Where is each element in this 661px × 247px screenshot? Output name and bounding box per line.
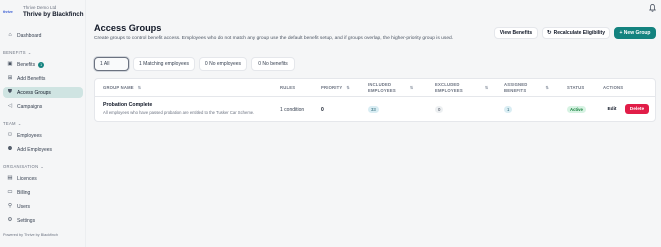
column-header-label: PRIORITY [321, 85, 343, 90]
column-header-label: STATUS [567, 85, 585, 90]
megaphone-icon: ◁ [7, 102, 13, 109]
filter-matching-employees[interactable]: 1 Matching employees [133, 57, 195, 71]
sidebar-item-label: Billing [17, 189, 31, 196]
sidebar-item-label: Users [17, 203, 31, 210]
sort-icon: ⇅ [137, 85, 142, 90]
sort-icon: ⇅ [545, 84, 550, 90]
group-description: All employees who have passed probation … [103, 110, 255, 115]
brand[interactable]: thrive Thrive Demo Ltd Thrive by Blackfi… [3, 5, 84, 19]
column-header-label: ACTIONS [603, 85, 624, 90]
section-organisation[interactable]: ORGANISATION ⌄ [3, 164, 44, 169]
column-header-label: BENEFITS [504, 87, 527, 93]
column-header-label: GROUP NAME [103, 85, 134, 90]
sidebar-item-dashboard[interactable]: ⌂ Dashboard [3, 30, 83, 41]
gear-icon: ⚙ [7, 216, 13, 223]
page-title: Access Groups [94, 23, 162, 33]
sidebar-item-billing[interactable]: ▭ Billing [3, 187, 83, 198]
page-subtitle: Create groups to control benefit access.… [94, 36, 454, 41]
new-group-button[interactable]: + New Group [614, 27, 656, 39]
assigned-benefits-count[interactable]: 1 [504, 106, 513, 113]
sidebar-item-access-groups[interactable]: ⛊ Access Groups [3, 87, 83, 98]
chevron-down-icon: ⌄ [27, 50, 32, 55]
document-icon: ▤ [7, 174, 13, 181]
group-name[interactable]: Probation Complete [103, 102, 152, 108]
table-row[interactable]: Probation Complete All employees who hav… [95, 97, 655, 122]
button-label: Recalculate Eligibility [553, 30, 605, 36]
sidebar-item-employees[interactable]: ⚇ Employees [3, 130, 83, 141]
sidebar-item-label: Settings [17, 217, 36, 224]
user-icon: ⚲ [7, 202, 13, 209]
excluded-employees-count: 0 [435, 106, 444, 113]
refresh-icon: ↻ [546, 30, 552, 36]
shield-icon: ⛊ [7, 88, 13, 95]
status-badge: Active [567, 106, 586, 113]
sidebar-item-campaigns[interactable]: ◁ Campaigns [3, 101, 83, 112]
sidebar-item-add-employees[interactable]: ⚉ Add Employees [3, 144, 83, 155]
user-plus-icon: ⚉ [7, 145, 13, 152]
app-name: Thrive by Blackfinch [23, 11, 84, 18]
powered-by: Powered by Thrive by Blackfinch [3, 233, 59, 237]
sidebar-item-label: Dashboard [17, 32, 42, 39]
sort-icon: ⇅ [484, 84, 489, 90]
sidebar-item-label: Campaigns [17, 103, 43, 110]
column-header-included-employees[interactable]: INCLUDED EMPLOYEES ⇅ [368, 82, 413, 93]
sidebar-item-licences[interactable]: ▤ Licences [3, 173, 83, 184]
recalculate-eligibility-button[interactable]: ↻ Recalculate Eligibility [542, 27, 610, 39]
section-benefits[interactable]: BENEFITS ⌄ [3, 50, 32, 55]
view-benefits-button[interactable]: View Benefits [494, 27, 538, 39]
sidebar-item-label: Employees [17, 132, 42, 139]
rules-count: 1 condition [280, 107, 305, 113]
sidebar-item-label: Add Employees [17, 146, 53, 153]
column-header-label: RULES [280, 85, 296, 90]
sidebar-item-label: Benefits [17, 61, 36, 68]
column-header-status: STATUS [567, 85, 584, 91]
chevron-down-icon: ⌄ [40, 164, 45, 169]
chevron-down-icon: ⌄ [17, 121, 22, 126]
access-groups-table: GROUP NAME ⇅ RULES PRIORITY ⇅ INCLUDED EMP… [94, 78, 656, 122]
brand-logo: thrive [3, 9, 20, 17]
column-header-group-name[interactable]: GROUP NAME ⇅ [103, 85, 141, 91]
column-header-actions: ACTIONS [603, 85, 623, 91]
column-header-label: EMPLOYEES [368, 87, 396, 93]
column-header-priority[interactable]: PRIORITY ⇅ [321, 85, 350, 91]
sort-icon: ⇅ [409, 84, 414, 90]
section-label: BENEFITS [3, 50, 26, 55]
column-header-excluded-employees[interactable]: EXCLUDED EMPLOYEES ⇅ [435, 82, 488, 93]
filter-no-employees[interactable]: 0 No employees [199, 57, 247, 71]
sidebar-item-label: Licences [17, 175, 37, 182]
sidebar: thrive Thrive Demo Ltd Thrive by Blackfi… [0, 0, 86, 247]
home-icon: ⌂ [8, 31, 12, 38]
priority-value: 0 [321, 107, 324, 113]
included-employees-count[interactable]: 33 [368, 106, 379, 113]
column-header-label: EMPLOYEES [435, 87, 463, 93]
brand-logo-text: thrive [3, 9, 13, 14]
section-label: ORGANISATION [3, 164, 39, 169]
sidebar-item-label: Access Groups [17, 89, 51, 96]
column-header-assigned-benefits[interactable]: ASSIGNED BENEFITS ⇅ [504, 82, 549, 93]
sidebar-item-label: Add Benefits [17, 75, 46, 82]
edit-button[interactable]: Edit [603, 104, 621, 114]
add-box-icon: ⊞ [7, 74, 13, 81]
users-icon: ⚇ [7, 131, 13, 138]
gift-icon: ▣ [7, 60, 13, 67]
section-team[interactable]: TEAM ⌄ [3, 121, 22, 126]
sidebar-item-add-benefits[interactable]: ⊞ Add Benefits [3, 73, 83, 84]
delete-button[interactable]: Delete [625, 104, 649, 114]
filter-all[interactable]: 1 All [94, 57, 129, 71]
count-badge: 1 [38, 61, 45, 68]
sort-icon: ⇅ [346, 85, 350, 90]
section-label: TEAM [3, 121, 16, 126]
bell-icon[interactable] [649, 4, 656, 12]
filter-no-benefits[interactable]: 0 No benefits [251, 57, 295, 71]
sidebar-item-benefits[interactable]: ▣ Benefits 1 [3, 59, 83, 70]
card-icon: ▭ [7, 188, 13, 195]
sidebar-item-settings[interactable]: ⚙ Settings [3, 215, 83, 226]
sidebar-item-users[interactable]: ⚲ Users [3, 201, 83, 212]
column-header-rules: RULES [280, 85, 295, 91]
